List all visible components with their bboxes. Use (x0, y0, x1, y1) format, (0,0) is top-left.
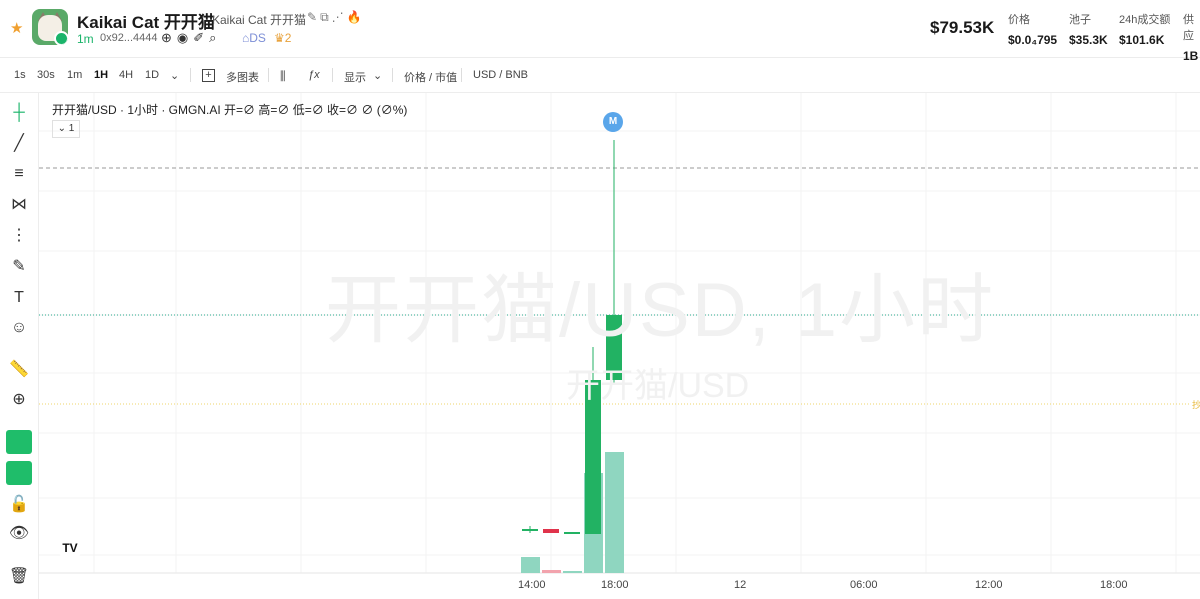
candle (564, 532, 580, 534)
tradingview-logo[interactable]: TV (57, 537, 83, 559)
currency-toggle[interactable]: USD / BNB (473, 69, 528, 81)
lock-icon[interactable]: 🔓 (8, 494, 30, 516)
x-axis-label: 18:00 (1100, 579, 1128, 591)
trend-line-icon[interactable]: ╱ (8, 133, 30, 155)
zoom-in-icon[interactable]: ⊕ (8, 389, 30, 411)
share-icon[interactable]: ⋰ (332, 10, 347, 24)
search-icon[interactable]: ⌕ (209, 30, 221, 45)
horizontal-lines-icon[interactable]: ≡ (8, 163, 30, 185)
drawing-toolbar: ┼ ╱ ≡ ⋈ ⋮ ✎ T ☺ 📏 ⊕ 🔓 👁 🗑 (0, 93, 39, 599)
flame-icon[interactable]: 🔥 (347, 10, 365, 24)
candle (543, 529, 559, 533)
add-chart-icon[interactable]: + (202, 69, 215, 82)
trash-icon[interactable]: 🗑 (8, 566, 30, 588)
indicators-fx-icon[interactable]: ƒx (308, 69, 320, 81)
volume-bar (563, 571, 582, 573)
price-mcap-toggle[interactable]: 价格 / 市值 (404, 69, 457, 85)
eye-icon[interactable]: 👁 (8, 523, 30, 545)
pattern-icon[interactable]: ⋈ (8, 194, 30, 216)
emoji-icon[interactable]: ☺ (8, 317, 30, 339)
stat-supply: 供应 1B (1183, 14, 1199, 63)
chart-toolbar: 1s 30s 1m 1H 4H 1D ⌄ + 多图表 ⫼ ƒx 显示 ⌄ 价格 … (0, 58, 1200, 93)
interval-1m[interactable]: 1m (67, 69, 82, 81)
x-axis-label: 18:00 (601, 579, 629, 591)
lock-drawing-toggle-button[interactable] (6, 461, 32, 485)
display-chevron-icon[interactable]: ⌄ (373, 69, 382, 82)
candle-style-icon[interactable]: ⫼ (280, 69, 286, 84)
interval-1s[interactable]: 1s (14, 69, 26, 81)
stat-pool: 池子 $35.3K (1069, 14, 1108, 47)
candle (522, 529, 538, 531)
ruler-icon[interactable]: 📏 (8, 359, 30, 381)
website-globe-icon[interactable]: ⊕ (161, 30, 177, 45)
x-axis-label: 12:00 (975, 579, 1003, 591)
token-subtitle: Kaikai Cat 开开猫 (212, 13, 307, 27)
crosshair-icon[interactable]: ┼ (8, 102, 30, 124)
interval-1d[interactable]: 1D (145, 69, 159, 81)
magnet-toggle-button[interactable] (6, 430, 32, 454)
chart-legend: 开开猫/USD · 1小时 · GMGN.AI 开=∅ 高=∅ 低=∅ 收=∅ … (52, 103, 408, 117)
copy-icon[interactable]: ⧉ (320, 10, 332, 24)
stat-24h-volume: 24h成交额 $101.6K (1119, 14, 1171, 47)
x-axis-label: 14:00 (518, 579, 546, 591)
edit-icon[interactable]: ✎ (307, 10, 320, 24)
edit-note-icon[interactable]: ✐ (193, 30, 209, 45)
fib-levels-icon[interactable]: ⋮ (8, 225, 30, 247)
chain-badge-icon (54, 31, 68, 45)
interval-4h[interactable]: 4H (119, 69, 133, 81)
interval-30s[interactable]: 30s (37, 69, 55, 81)
display-button[interactable]: 显示 (344, 69, 366, 85)
stat-price: 价格 $0.0₄795 (1008, 14, 1058, 47)
holders-badge[interactable]: ♛2 (274, 31, 291, 45)
chart-watermark-sub: 开开猫/USD (566, 367, 750, 405)
collapse-legend-button[interactable]: ⌄ 1 (52, 120, 80, 138)
chart-link-icon[interactable]: ◉ (177, 30, 193, 45)
x-axis-label: 06:00 (850, 579, 878, 591)
text-tool-icon[interactable]: T (8, 287, 30, 309)
price-line-label: 抄 (1192, 400, 1200, 410)
volume-bar (542, 570, 561, 573)
token-age: 1m (77, 32, 94, 46)
interval-1h[interactable]: 1H (94, 69, 108, 81)
interval-dropdown-chevron-icon[interactable]: ⌄ (170, 69, 179, 82)
migration-marker[interactable]: M (603, 112, 623, 132)
volume-bar (605, 452, 624, 573)
volume-bar (521, 557, 540, 573)
brush-icon[interactable]: ✎ (8, 256, 30, 278)
token-header: ★ Kaikai Cat 开开猫 Kaikai Cat 开开猫 ✎⧉⋰🔥 1m … (0, 0, 1200, 63)
chart-watermark: 开开猫/USD, 1小时 (325, 268, 996, 353)
favorite-star-icon[interactable]: ★ (10, 19, 23, 37)
market-cap: $79.53K (930, 18, 995, 37)
ds-link[interactable]: ⌂DS (242, 31, 266, 45)
multi-chart-button[interactable]: 多图表 (226, 69, 259, 85)
contract-address[interactable]: 0x92...4444 (100, 32, 158, 44)
x-axis-label: 12 (734, 579, 747, 591)
token-avatar (32, 9, 68, 45)
